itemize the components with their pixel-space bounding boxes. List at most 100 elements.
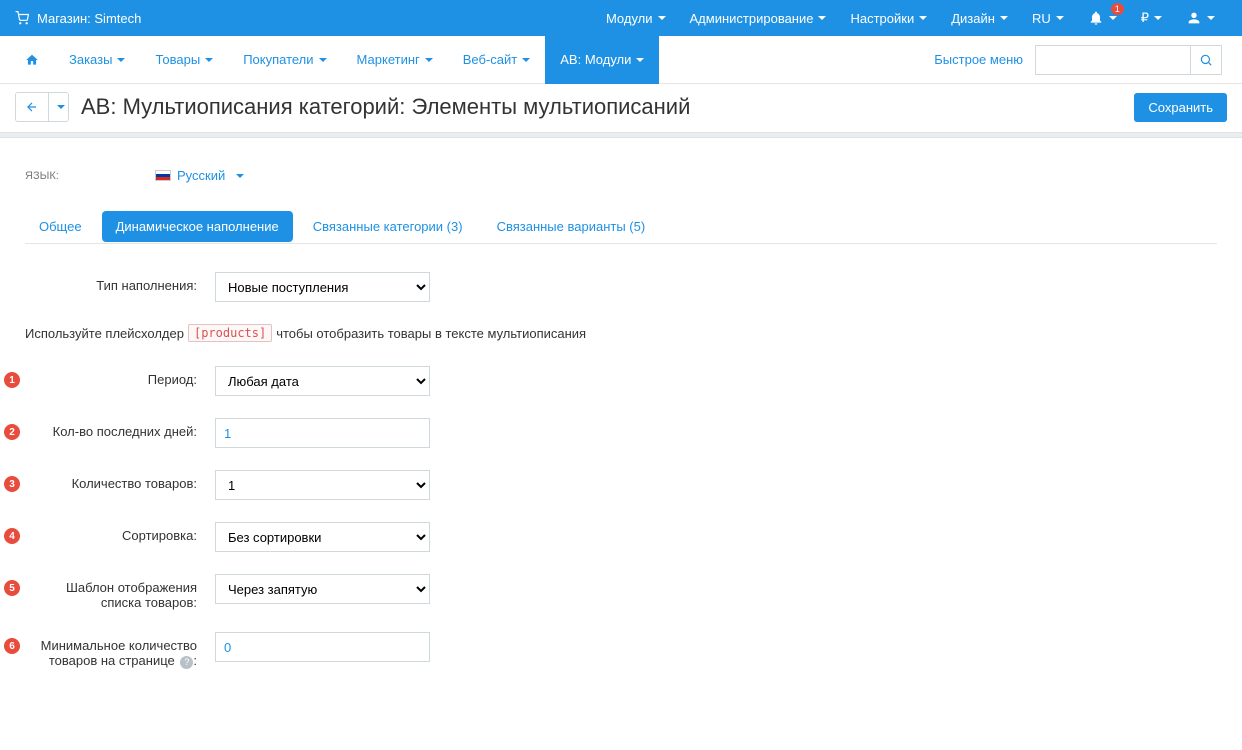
flag-ru-icon bbox=[155, 170, 171, 181]
label-last-days: Кол-во последних дней: bbox=[25, 418, 215, 439]
nav-website[interactable]: Веб-сайт bbox=[448, 36, 545, 84]
row-fill-type: Тип наполнения: Новые поступления bbox=[25, 272, 1217, 302]
hint-code: [products] bbox=[188, 324, 272, 342]
topnav-language[interactable]: RU bbox=[1020, 0, 1076, 36]
nav-ab-modules[interactable]: AB: Модули bbox=[545, 36, 659, 84]
chevron-down-icon bbox=[1109, 16, 1117, 20]
select-sort[interactable]: Без сортировки bbox=[215, 522, 430, 552]
badge-3: 3 bbox=[4, 476, 20, 492]
row-qty: 3 Количество товаров: 1 bbox=[25, 470, 1217, 500]
nav-marketing[interactable]: Маркетинг bbox=[342, 36, 448, 84]
nav-website-label: Веб-сайт bbox=[463, 52, 517, 67]
arrow-left-icon bbox=[25, 100, 39, 114]
nav-customers[interactable]: Покупатели bbox=[228, 36, 341, 84]
language-value: Русский bbox=[177, 168, 225, 183]
badge-6: 6 bbox=[4, 638, 20, 654]
topnav-modules[interactable]: Модули bbox=[594, 0, 678, 36]
topnav-design[interactable]: Дизайн bbox=[939, 0, 1020, 36]
tab-dynamic[interactable]: Динамическое наполнение bbox=[102, 211, 293, 242]
nav-ab-modules-label: AB: Модули bbox=[560, 52, 631, 67]
quick-menu-link[interactable]: Быстрое меню bbox=[934, 52, 1023, 67]
search-button[interactable] bbox=[1190, 45, 1222, 75]
topnav-modules-label: Модули bbox=[606, 11, 653, 26]
global-search bbox=[1035, 45, 1222, 75]
store-name-text: Simtech bbox=[94, 11, 141, 26]
placeholder-hint: Используйте плейсхолдер [products] чтобы… bbox=[25, 324, 1217, 342]
chevron-down-icon bbox=[658, 16, 666, 20]
badge-4: 4 bbox=[4, 528, 20, 544]
topnav-language-label: RU bbox=[1032, 11, 1051, 26]
chevron-down-icon bbox=[57, 105, 65, 109]
chevron-down-icon bbox=[319, 58, 327, 62]
topnav-design-label: Дизайн bbox=[951, 11, 995, 26]
tab-categories[interactable]: Связанные категории (3) bbox=[299, 211, 477, 242]
chevron-down-icon bbox=[1207, 16, 1215, 20]
page-title: AB: Мультиописания категорий: Элементы м… bbox=[81, 94, 690, 120]
back-button[interactable] bbox=[16, 93, 48, 121]
label-template: Шаблон отображения списка товаров: bbox=[25, 574, 215, 610]
hint-pre: Используйте плейсхолдер bbox=[25, 326, 184, 341]
mainnav: Заказы Товары Покупатели Маркетинг Веб-с… bbox=[0, 36, 1242, 84]
save-button[interactable]: Сохранить bbox=[1134, 93, 1227, 122]
back-button-group bbox=[15, 92, 69, 122]
tab-variants[interactable]: Связанные варианты (5) bbox=[483, 211, 660, 242]
row-last-days: 2 Кол-во последних дней: bbox=[25, 418, 1217, 448]
user-icon bbox=[1186, 10, 1202, 26]
topnav-admin-label: Администрирование bbox=[690, 11, 814, 26]
topnav-currency[interactable]: ₽ bbox=[1129, 0, 1174, 36]
badge-2: 2 bbox=[4, 424, 20, 440]
nav-products-label: Товары bbox=[155, 52, 200, 67]
nav-orders[interactable]: Заказы bbox=[54, 36, 140, 84]
input-last-days[interactable] bbox=[215, 418, 430, 448]
nav-marketing-label: Маркетинг bbox=[357, 52, 420, 67]
topnav-currency-label: ₽ bbox=[1141, 10, 1149, 26]
row-template: 5 Шаблон отображения списка товаров: Чер… bbox=[25, 574, 1217, 610]
tab-general[interactable]: Общее bbox=[25, 211, 96, 242]
nav-products[interactable]: Товары bbox=[140, 36, 228, 84]
row-sort: 4 Сортировка: Без сортировки bbox=[25, 522, 1217, 552]
form: Тип наполнения: Новые поступления Исполь… bbox=[25, 272, 1217, 669]
language-label: ЯЗЫК: bbox=[25, 170, 155, 182]
chevron-down-icon bbox=[1056, 16, 1064, 20]
nav-customers-label: Покупатели bbox=[243, 52, 313, 67]
language-row: ЯЗЫК: Русский bbox=[25, 168, 1217, 183]
search-input[interactable] bbox=[1035, 45, 1190, 75]
label-fill-type: Тип наполнения: bbox=[25, 272, 215, 293]
chevron-down-icon bbox=[1154, 16, 1162, 20]
search-icon bbox=[1199, 53, 1213, 67]
title-bar: AB: Мультиописания категорий: Элементы м… bbox=[0, 84, 1242, 132]
label-sort: Сортировка: bbox=[25, 522, 215, 543]
badge-1: 1 bbox=[4, 372, 20, 388]
help-icon[interactable]: ? bbox=[180, 656, 193, 669]
notifications-button[interactable]: 1 bbox=[1076, 0, 1129, 36]
badge-5: 5 bbox=[4, 580, 20, 596]
topbar: Магазин: Simtech Модули Администрировани… bbox=[0, 0, 1242, 36]
language-selector[interactable]: Русский bbox=[155, 168, 244, 183]
topnav-settings[interactable]: Настройки bbox=[838, 0, 939, 36]
store-switcher[interactable]: Магазин: Simtech bbox=[15, 11, 141, 26]
hint-post: чтобы отобразить товары в тексте мультио… bbox=[276, 326, 586, 341]
tabs: Общее Динамическое наполнение Связанные … bbox=[25, 211, 1217, 244]
nav-home[interactable] bbox=[10, 36, 54, 84]
row-min-qty: 6 Минимальное количество товаров на стра… bbox=[25, 632, 1217, 669]
label-period: Период: bbox=[25, 366, 215, 387]
input-min-qty[interactable] bbox=[215, 632, 430, 662]
select-qty[interactable]: 1 bbox=[215, 470, 430, 500]
chevron-down-icon bbox=[1000, 16, 1008, 20]
topnav-user[interactable] bbox=[1174, 0, 1227, 36]
select-period[interactable]: Любая дата bbox=[215, 366, 430, 396]
back-dropdown[interactable] bbox=[48, 93, 68, 121]
chevron-down-icon bbox=[236, 174, 244, 178]
home-icon bbox=[25, 53, 39, 67]
label-min-qty-line2: товаров на странице bbox=[49, 653, 175, 668]
chevron-down-icon bbox=[636, 58, 644, 62]
chevron-down-icon bbox=[818, 16, 826, 20]
select-template[interactable]: Через запятую bbox=[215, 574, 430, 604]
topnav-admin[interactable]: Администрирование bbox=[678, 0, 839, 36]
label-qty: Количество товаров: bbox=[25, 470, 215, 491]
row-period: 1 Период: Любая дата bbox=[25, 366, 1217, 396]
chevron-down-icon bbox=[425, 58, 433, 62]
select-fill-type[interactable]: Новые поступления bbox=[215, 272, 430, 302]
cart-icon bbox=[15, 11, 29, 25]
chevron-down-icon bbox=[117, 58, 125, 62]
